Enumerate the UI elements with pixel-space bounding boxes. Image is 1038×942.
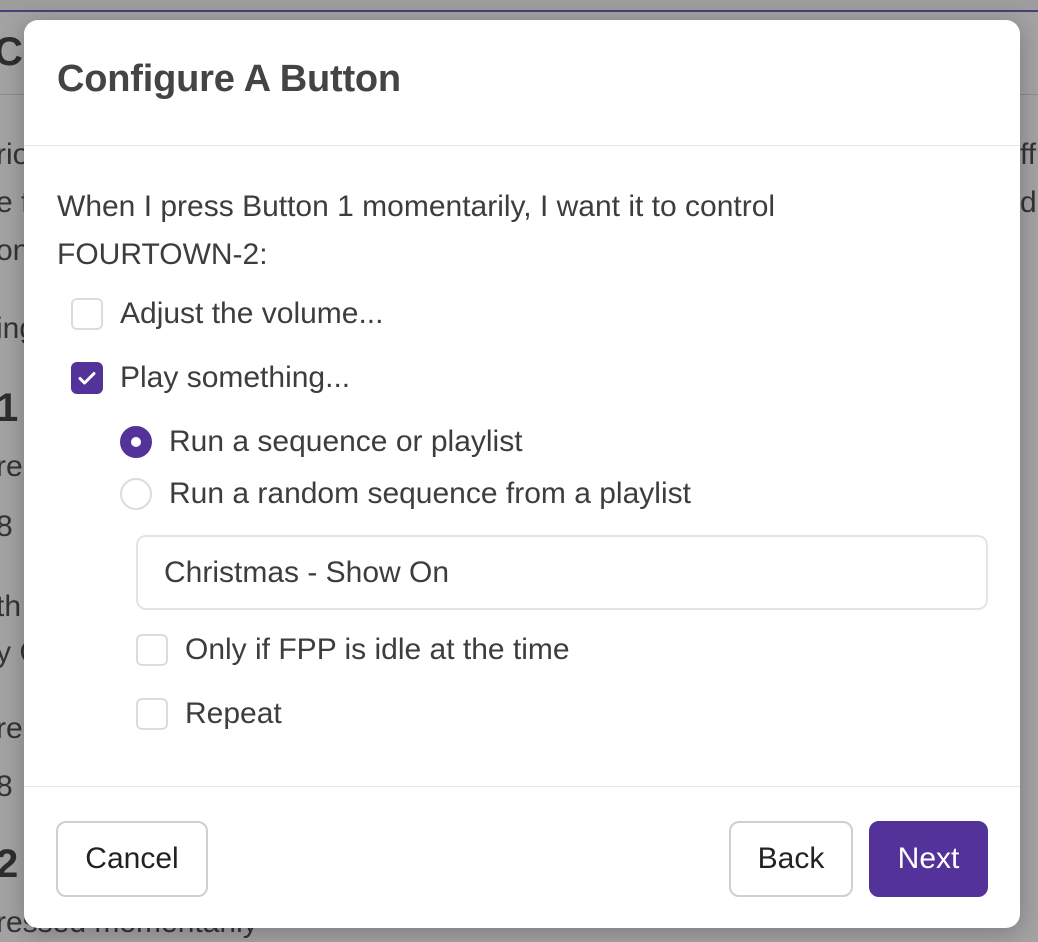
background-text: ff <box>1020 138 1037 171</box>
run-random-label: Run a random sequence from a playlist <box>169 477 691 510</box>
dialog-body: When I press Button 1 momentarily, I wan… <box>24 147 1020 786</box>
dialog-title: Configure A Button <box>57 58 401 100</box>
run-random-option[interactable]: Run a random sequence from a playlist <box>120 477 691 511</box>
adjust-volume-option[interactable]: Adjust the volume... <box>71 297 383 331</box>
run-sequence-label: Run a sequence or playlist <box>169 425 523 458</box>
dialog-footer: Cancel Back Next <box>24 786 1020 928</box>
run-sequence-option[interactable]: Run a sequence or playlist <box>120 425 523 459</box>
background-text: 8 <box>0 770 13 803</box>
background-text: d <box>1020 186 1037 219</box>
repeat-option[interactable]: Repeat <box>136 697 282 731</box>
playlist-select[interactable]: Christmas - Show On <box>136 535 988 610</box>
run-sequence-radio[interactable] <box>120 426 152 458</box>
adjust-volume-checkbox[interactable] <box>71 298 103 330</box>
dialog-header: Configure A Button <box>24 20 1020 146</box>
only-if-idle-label: Only if FPP is idle at the time <box>185 633 570 666</box>
back-button[interactable]: Back <box>729 821 853 897</box>
play-something-option[interactable]: Play something... <box>71 361 350 395</box>
adjust-volume-label: Adjust the volume... <box>120 297 384 330</box>
next-button[interactable]: Next <box>869 821 988 897</box>
only-if-idle-option[interactable]: Only if FPP is idle at the time <box>136 633 570 667</box>
background-text: re <box>0 450 23 483</box>
repeat-checkbox[interactable] <box>136 698 168 730</box>
dialog-description: When I press Button 1 momentarily, I wan… <box>57 190 776 271</box>
background-text: 8 <box>0 510 13 543</box>
background-text: th <box>0 590 22 623</box>
background-top-bar <box>0 0 1038 12</box>
configure-button-dialog: Configure A Button When I press Button 1… <box>24 20 1020 928</box>
cancel-button[interactable]: Cancel <box>56 821 208 897</box>
play-something-checkbox[interactable] <box>71 362 103 394</box>
playlist-select-value: Christmas - Show On <box>164 556 450 589</box>
background-heading: 2 <box>0 842 19 886</box>
run-random-radio[interactable] <box>120 478 152 510</box>
background-text: re <box>0 712 23 745</box>
checkmark-icon <box>78 372 96 385</box>
repeat-label: Repeat <box>185 697 282 730</box>
only-if-idle-checkbox[interactable] <box>136 634 168 666</box>
background-heading: 1 <box>0 386 19 430</box>
play-something-label: Play something... <box>120 361 351 394</box>
